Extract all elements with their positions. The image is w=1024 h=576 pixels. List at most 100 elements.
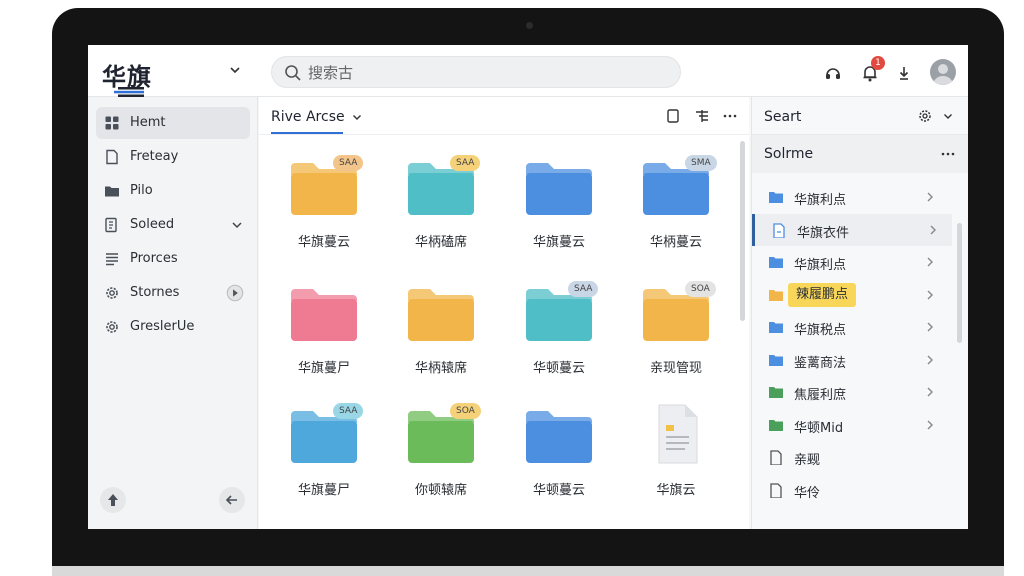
list-item[interactable]: 华旗衣件 xyxy=(752,213,952,246)
list-item[interactable]: 鉴蓠商法 xyxy=(752,344,952,376)
sidebar-item-label: Soleed xyxy=(130,217,175,232)
folder-label: 华顿蔓云 xyxy=(532,483,585,498)
list-item[interactable]: 华旗利点 xyxy=(752,246,952,278)
folder-label: 华柄辕席 xyxy=(414,361,467,376)
file-tag: SOA xyxy=(450,403,481,419)
folder-title[interactable]: Rive Arcse xyxy=(271,109,345,125)
folder-tile[interactable]: 华柄辕席 xyxy=(388,287,500,397)
chevron-down-icon[interactable] xyxy=(942,110,954,122)
file-tag: SAA xyxy=(568,281,599,297)
monitor-stand xyxy=(52,566,1004,576)
details-header: Seart xyxy=(752,97,968,135)
list-item[interactable]: 辣履鹏点 xyxy=(752,279,952,311)
folder-label: 华柄磕席 xyxy=(414,235,467,250)
folder-tile[interactable]: SAA 华旗蔓尸 xyxy=(271,403,383,519)
list-item-label: 焦履利庶 xyxy=(794,388,847,403)
folder-tile[interactable]: SAA 华顿蔓云 xyxy=(506,281,618,397)
notification-badge: 1 xyxy=(871,56,885,70)
chevron-down-icon[interactable] xyxy=(228,63,242,77)
folder-tile[interactable]: 华旗蔓云 xyxy=(506,161,618,271)
help-icon[interactable] xyxy=(823,63,843,83)
list-item-label: 华旗衣件 xyxy=(797,225,850,241)
view-icon[interactable] xyxy=(665,108,681,124)
file-icon xyxy=(770,482,782,498)
folder-icon xyxy=(105,186,119,197)
sidebar-item-storage[interactable]: Stornes xyxy=(96,277,250,309)
chevron-right-icon[interactable] xyxy=(924,385,936,399)
play-circle-icon[interactable] xyxy=(226,284,244,302)
chevron-down-icon[interactable] xyxy=(230,218,244,232)
sidebar-item-shared[interactable]: Soleed xyxy=(96,209,250,241)
settings-icon[interactable] xyxy=(917,108,933,124)
list-item[interactable]: 亲觋 xyxy=(752,441,952,473)
file-tag: SAA xyxy=(333,403,364,419)
folder-tile[interactable]: SOA 你顿辕席 xyxy=(388,403,500,519)
collapse-sidebar-button[interactable] xyxy=(219,487,245,513)
folder-tile[interactable]: SAA 华柄磕席 xyxy=(388,155,500,271)
search-bar[interactable] xyxy=(271,56,681,88)
more-icon[interactable] xyxy=(940,148,956,160)
list-item[interactable]: 焦履利庶 xyxy=(752,376,952,408)
file-tag: SOA xyxy=(685,281,716,297)
list-item[interactable]: 华旗税点 xyxy=(752,311,952,343)
app-logo[interactable]: 华旗 xyxy=(102,57,162,97)
sidebar-item-label: Stornes xyxy=(130,285,180,300)
arrow-up-icon xyxy=(108,494,118,506)
document-icon xyxy=(773,222,785,238)
list-item[interactable]: 华旗利点 xyxy=(752,181,952,213)
list-item[interactable]: 华顿Mid xyxy=(752,409,952,441)
logo-mark-icon xyxy=(114,87,144,97)
chevron-down-icon[interactable] xyxy=(351,111,363,123)
sidebar-item-files[interactable]: Pilo xyxy=(96,175,250,207)
folder-tile[interactable]: SAA 华旗蔓云 xyxy=(271,155,383,271)
sidebar-item-label: GreslerUe xyxy=(130,319,195,334)
chevron-right-icon[interactable] xyxy=(924,353,936,367)
chevron-right-icon[interactable] xyxy=(924,255,936,269)
sidebar-item-label: Freteay xyxy=(130,149,179,164)
upload-button[interactable] xyxy=(100,487,126,513)
folder-icon xyxy=(769,322,783,333)
gear-icon xyxy=(106,321,118,333)
folder-label: 华柄蔓云 xyxy=(649,235,702,250)
details-subtitle: Solrme xyxy=(764,146,814,162)
folder-tile[interactable]: 华旗云 xyxy=(623,404,735,519)
more-icon[interactable] xyxy=(722,108,738,124)
list-item-label: 华顿Mid xyxy=(794,420,844,436)
sidebar-item-home[interactable]: Hemt xyxy=(96,107,250,139)
user-avatar[interactable] xyxy=(930,59,956,85)
main-panel: Rive Arcse SAA 华旗蔓云 SAA 华柄磕席 华旗蔓云 SMA 华柄蔓云 华旗蔓尸… xyxy=(259,97,749,529)
scrollbar[interactable] xyxy=(957,223,962,343)
camera-dot xyxy=(526,22,533,29)
sidebar-item-settings[interactable]: GreslerUe xyxy=(96,311,250,343)
arrow-left-icon xyxy=(225,495,237,505)
chevron-right-icon[interactable] xyxy=(924,288,936,302)
list-item[interactable]: 华伶 xyxy=(752,474,952,506)
details-panel: Seart Solrme 华旗利点 华旗衣件 华旗利点 辣履鹏点 华旗税点 鉴蓠商法 焦履利… xyxy=(751,97,968,529)
folder-icon xyxy=(769,387,783,398)
list-item-label: 亲觋 xyxy=(794,453,821,468)
sidebar-item-recent[interactable]: Freteay xyxy=(96,141,250,173)
sidebar-item-process[interactable]: Prorces xyxy=(96,243,250,275)
shared-icon xyxy=(105,217,117,233)
document-icon xyxy=(106,149,118,165)
folder-tile[interactable]: 华顿蔓云 xyxy=(506,409,618,519)
list-item-label: 华旗利点 xyxy=(794,258,847,273)
file-tag: SAA xyxy=(333,155,364,171)
sidebar-item-label: Pilo xyxy=(130,183,153,198)
chevron-right-icon[interactable] xyxy=(924,190,936,204)
list-item-label: 华旗利点 xyxy=(794,193,847,208)
folder-tile[interactable]: 华旗蔓尸 xyxy=(271,287,383,397)
folder-icon xyxy=(769,419,783,431)
search-input[interactable] xyxy=(308,61,668,85)
download-icon[interactable] xyxy=(894,63,914,83)
sort-icon[interactable] xyxy=(694,108,710,124)
folder-tile[interactable]: SMA 华柄蔓云 xyxy=(623,155,735,271)
scrollbar[interactable] xyxy=(740,141,745,321)
gear-icon xyxy=(106,287,118,299)
folder-label: 华旗云 xyxy=(656,483,696,498)
chevron-right-icon[interactable] xyxy=(924,418,936,432)
file-tag: SAA xyxy=(450,155,481,171)
chevron-right-icon[interactable] xyxy=(924,320,936,334)
chevron-right-icon[interactable] xyxy=(927,223,939,237)
folder-tile[interactable]: SOA 亲现管现 xyxy=(623,281,735,397)
